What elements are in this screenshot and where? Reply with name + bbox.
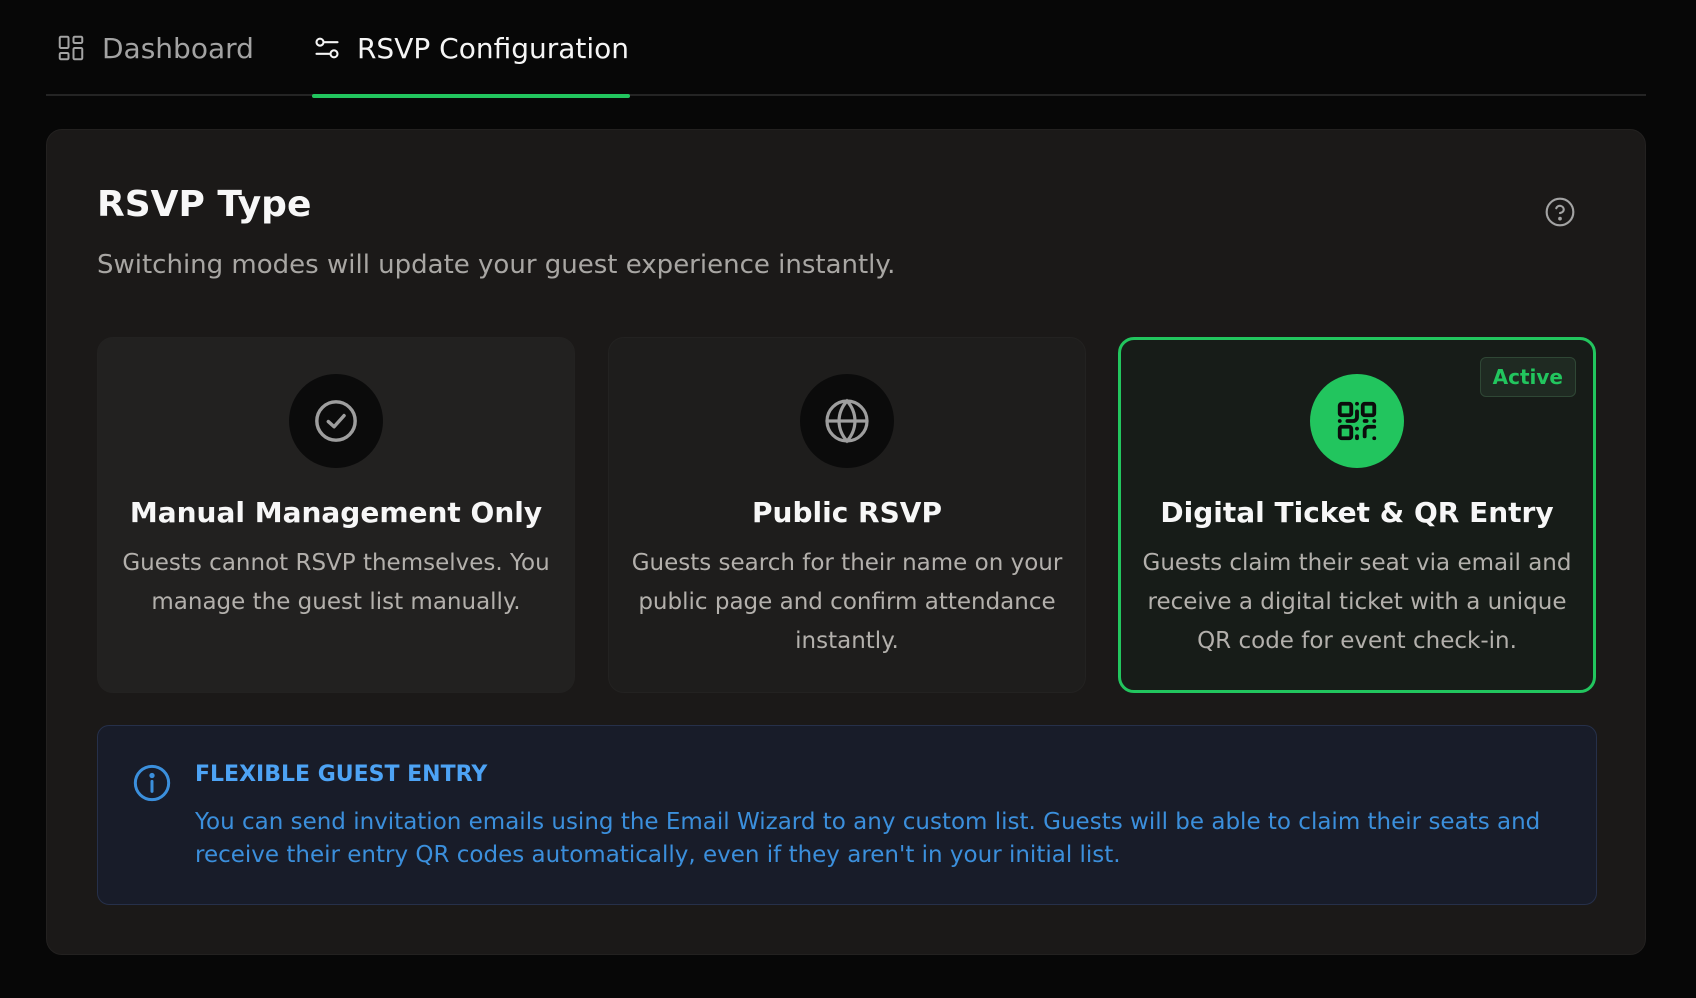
info-callout: FLEXIBLE GUEST ENTRY You can send invita… xyxy=(97,725,1597,905)
option-card-digital-ticket[interactable]: Active Digital Ticket & QR Entry Guests … xyxy=(1118,337,1596,693)
option-title: Public RSVP xyxy=(752,496,942,529)
qr-code-icon xyxy=(1310,374,1404,468)
option-title: Digital Ticket & QR Entry xyxy=(1160,496,1554,529)
info-icon xyxy=(132,763,172,807)
question-circle-icon[interactable] xyxy=(1544,196,1576,232)
tab-rsvp-configuration[interactable]: RSVP Configuration xyxy=(312,0,630,98)
active-badge: Active xyxy=(1479,357,1576,397)
globe-icon xyxy=(800,374,894,468)
info-title: FLEXIBLE GUEST ENTRY xyxy=(195,762,488,787)
option-description: Guests claim their seat via email and re… xyxy=(1142,550,1572,654)
tab-dashboard-label: Dashboard xyxy=(102,31,254,65)
tab-rsvp-configuration-label: RSVP Configuration xyxy=(356,31,630,65)
tab-bar: Dashboard RSVP Configuration xyxy=(46,0,1646,98)
rsvp-type-panel: RSVP Type Switching modes will update yo… xyxy=(46,129,1646,955)
dashboard-grid-icon xyxy=(56,33,86,63)
section-subtitle: Switching modes will update your guest e… xyxy=(97,250,896,280)
check-circle-icon xyxy=(289,374,383,468)
info-text: You can send invitation emails using the… xyxy=(195,809,1541,868)
section-title: RSVP Type xyxy=(97,184,312,225)
sliders-icon xyxy=(313,34,341,62)
tab-dashboard[interactable]: Dashboard xyxy=(56,0,254,96)
option-card-manual[interactable]: Manual Management Only Guests cannot RSV… xyxy=(97,337,575,693)
option-description: Guests cannot RSVP themselves. You manag… xyxy=(122,550,550,615)
option-title: Manual Management Only xyxy=(129,496,543,529)
option-card-public[interactable]: Public RSVP Guests search for their name… xyxy=(608,337,1086,693)
option-description: Guests search for their name on your pub… xyxy=(631,550,1063,654)
